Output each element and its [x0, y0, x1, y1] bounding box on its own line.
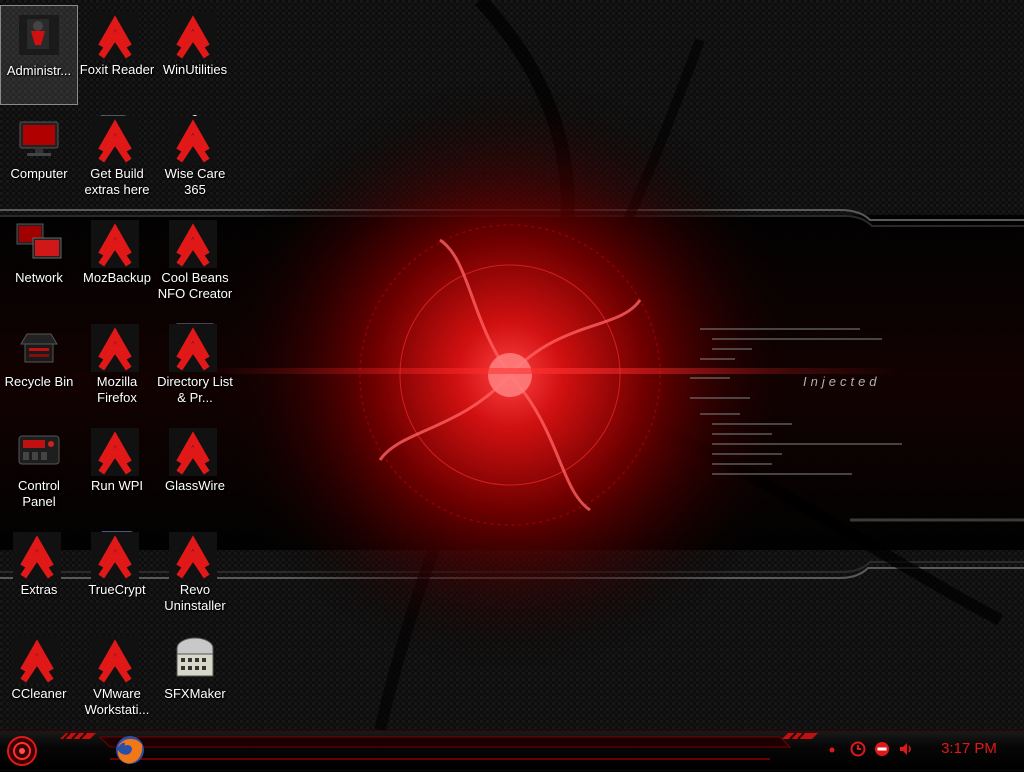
sfxmaker-icon — [171, 634, 219, 682]
admin-user-icon — [15, 11, 63, 59]
recycle-bin-icon — [15, 322, 63, 370]
desktop-icon-extras[interactable]: Extras — [0, 525, 78, 625]
firefox-document-icon — [91, 114, 141, 164]
taskbar: 3:17 PM — [0, 730, 1024, 769]
taskbar-firefox-button[interactable] — [114, 734, 146, 766]
icon-label: Cool Beans NFO Creator — [157, 270, 233, 301]
desktop-icon-revo-uninstaller[interactable]: Revo Uninstaller — [156, 525, 234, 625]
icon-label: Directory List & Pr... — [157, 374, 233, 405]
run-wpi-icon: 400 — [91, 426, 141, 476]
desktop-icon-network[interactable]: Network — [0, 213, 78, 313]
icon-label: Foxit Reader — [79, 62, 155, 77]
taskbar-decoration — [60, 732, 835, 760]
icon-label: SFXMaker — [164, 686, 226, 701]
desktop-icon-sfxmaker[interactable]: SFXMaker — [156, 629, 234, 729]
network-icon — [15, 218, 63, 266]
desktop-icon-control-panel[interactable]: Control Panel — [0, 421, 78, 521]
desktop-icon-foxit-reader[interactable]: PDF Foxit Reader — [78, 5, 156, 105]
desktop-icon-directory-list[interactable]: Directory List & Pr... — [156, 317, 234, 417]
wallpaper-text: Injected — [803, 374, 881, 389]
winutilities-icon — [169, 10, 219, 60]
desktop-icon-computer[interactable]: Computer — [0, 109, 78, 209]
start-orb-icon — [7, 736, 37, 766]
glasswire-icon — [169, 426, 219, 476]
vmware-icon — [91, 634, 141, 684]
speaker-icon[interactable] — [898, 741, 914, 757]
icon-label: Extras — [20, 582, 58, 597]
icon-label: WinUtilities — [162, 62, 228, 77]
desktop-icon-recycle-bin[interactable]: Recycle Bin — [0, 317, 78, 417]
firefox-icon — [116, 736, 144, 764]
icon-label: Revo Uninstaller — [164, 582, 226, 613]
desktop-icon-administrator[interactable]: Administr... — [0, 5, 78, 105]
desktop-icon-wise-care[interactable]: Wise Care 365 — [156, 109, 234, 209]
icon-label: Network — [15, 270, 63, 285]
icon-label: Recycle Bin — [4, 374, 74, 389]
desktop-icon-cool-beans[interactable]: Cool Beans NFO Creator — [156, 213, 234, 313]
desktop-icon-run-wpi[interactable]: 400 Run WPI — [78, 421, 156, 521]
icon-label: Mozilla Firefox — [96, 374, 138, 405]
icon-label: Administr... — [6, 63, 72, 78]
firefox-icon — [91, 322, 141, 372]
extras-icon — [13, 530, 63, 580]
icon-label: MozBackup — [83, 270, 151, 285]
icon-label: VMware Workstati... — [84, 686, 150, 717]
desktop-icon-glasswire[interactable]: GlassWire — [156, 421, 234, 521]
clock-icon[interactable] — [850, 741, 866, 757]
desktop-icon-mozilla-firefox[interactable]: Mozilla Firefox — [78, 317, 156, 417]
icon-label: Run WPI — [90, 478, 143, 493]
computer-icon — [15, 114, 63, 162]
desktop-icon-mozbackup[interactable]: MozBackup — [78, 213, 156, 313]
mozbackup-icon — [91, 218, 141, 268]
icon-label: Computer — [10, 166, 68, 181]
icon-label: Wise Care 365 — [164, 166, 226, 197]
wrench-icon — [169, 218, 219, 268]
foxit-reader-icon: PDF — [91, 10, 141, 60]
taskbar-clock[interactable]: 3:17 PM — [934, 740, 1004, 757]
icon-label: TrueCrypt — [88, 582, 146, 597]
icon-label: GlassWire — [165, 478, 225, 493]
desktop-icon-ccleaner[interactable]: CCleaner — [0, 629, 78, 729]
desktop-icon-vmware[interactable]: VMware Workstati... — [78, 629, 156, 729]
ccleaner-icon — [13, 634, 63, 684]
start-button[interactable] — [6, 735, 38, 767]
minus-icon[interactable] — [874, 741, 890, 757]
directory-list-icon — [169, 322, 219, 372]
desktop-icon-truecrypt[interactable]: TrueCrypt — [78, 525, 156, 625]
icon-label: Get Build extras here — [84, 166, 150, 197]
truecrypt-icon — [91, 530, 141, 580]
revo-uninstaller-icon — [169, 530, 219, 580]
desktop-icon-winutilities[interactable]: WinUtilities — [156, 5, 234, 105]
icon-label: Control Panel — [18, 478, 60, 509]
wise-care-icon — [169, 114, 219, 164]
control-panel-icon — [15, 426, 63, 474]
icon-label: CCleaner — [11, 686, 67, 701]
desktop-icon-get-build-extras[interactable]: Get Build extras here — [78, 109, 156, 209]
